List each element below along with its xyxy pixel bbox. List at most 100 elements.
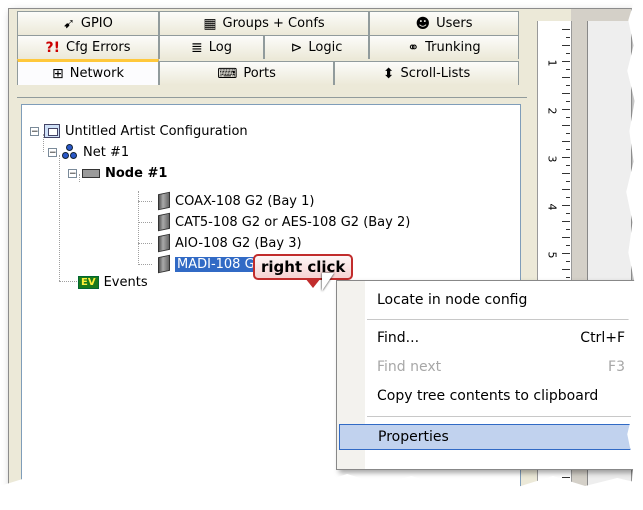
- menu-item-label: Find...: [377, 330, 420, 346]
- ruler-number: 4: [545, 203, 559, 211]
- tree-node-events[interactable]: EV Events: [78, 272, 148, 292]
- menu-item-label: Locate in node config: [377, 292, 528, 308]
- trunking-icon: ⚭: [407, 39, 420, 56]
- ruler-tick: [562, 189, 570, 190]
- tree-node-root[interactable]: − Untitled Artist Configuration: [30, 121, 248, 141]
- tree-line: [59, 281, 77, 282]
- ruler-tick: [562, 109, 570, 110]
- ruler-tick: [566, 133, 570, 134]
- tab-groups-confs[interactable]: ▦ Groups + Confs: [159, 11, 369, 35]
- tree-card-label: CAT5-108 G2 or AES-108 G2 (Bay 2): [175, 214, 411, 230]
- ruler-tick: [566, 197, 570, 198]
- cfg-errors-icon: ?!: [45, 39, 60, 56]
- ruler-tick: [566, 101, 570, 102]
- scroll-lists-icon: ⬍: [382, 65, 395, 82]
- ruler-tick: [562, 77, 570, 78]
- tree-node-net[interactable]: − Net #1: [48, 142, 129, 162]
- menu-item-properties[interactable]: Properties: [339, 424, 631, 450]
- tree-card[interactable]: AIO-108 G2 (Bay 3): [158, 233, 302, 253]
- tab-logic-label: Logic: [308, 40, 343, 55]
- ruler-tick: [562, 477, 570, 478]
- ruler-tick: [566, 165, 570, 166]
- tab-scroll-lists-label: Scroll-Lists: [400, 66, 471, 81]
- card-icon: [158, 212, 170, 232]
- callout-tail: [305, 278, 321, 288]
- ruler-tick: [566, 117, 570, 118]
- menu-item-label: Find next: [377, 359, 442, 375]
- events-icon: EV: [78, 275, 99, 289]
- tree-root-label: Untitled Artist Configuration: [65, 123, 248, 139]
- tree-card-label: AIO-108 G2 (Bay 3): [175, 235, 302, 251]
- ruler-tick: [562, 221, 570, 222]
- menu-item-locate-in-node-config[interactable]: Locate in node config: [367, 287, 631, 313]
- tab-log[interactable]: ≣ Log: [159, 35, 264, 59]
- menu-item-find[interactable]: Find... Ctrl+F: [367, 325, 631, 351]
- tab-users-label: Users: [436, 16, 473, 31]
- tree-line: [138, 264, 152, 265]
- ruler-number: 5: [545, 251, 559, 259]
- ruler-tick: [566, 149, 570, 150]
- menu-item-shortcut: F3: [608, 359, 625, 375]
- right-click-callout: right click: [253, 254, 354, 280]
- menu-separator: [367, 319, 631, 320]
- tree-line: [138, 191, 139, 265]
- ruler-number: 1: [545, 59, 559, 67]
- tab-gpio-label: GPIO: [80, 16, 113, 31]
- ruler-tick: [562, 141, 570, 142]
- ruler-tick: [562, 253, 570, 254]
- ruler-tick: [566, 229, 570, 230]
- ruler-tick: [566, 277, 570, 278]
- collapse-icon[interactable]: −: [30, 126, 39, 136]
- tab-network-label: Network: [69, 66, 124, 81]
- node-chassis-icon: [82, 168, 100, 178]
- menu-item-label: Copy tree contents to clipboard: [377, 388, 599, 404]
- card-icon: [158, 254, 170, 274]
- tab-ports[interactable]: ⌨ Ports: [159, 61, 334, 85]
- tree-events-label: Events: [103, 274, 148, 290]
- tree-node-node[interactable]: − Node #1: [68, 163, 167, 183]
- tree-card-label: COAX-108 G2 (Bay 1): [175, 193, 315, 209]
- tree-node-label: Node #1: [105, 165, 168, 181]
- tab-gpio[interactable]: ➹ GPIO: [17, 11, 159, 35]
- menu-item-label: Properties: [378, 429, 449, 445]
- ruler-number: 3: [545, 155, 559, 163]
- ruler-tick: [566, 53, 570, 54]
- tab-scroll-lists[interactable]: ⬍ Scroll-Lists: [334, 61, 519, 85]
- tree-line: [59, 155, 60, 281]
- ruler-tick: [562, 29, 570, 30]
- ruler-tick: [566, 213, 570, 214]
- tree-card[interactable]: CAT5-108 G2 or AES-108 G2 (Bay 2): [158, 212, 410, 232]
- ruler-tick: [566, 37, 570, 38]
- menu-item-copy-tree-contents[interactable]: Copy tree contents to clipboard: [367, 383, 631, 409]
- logic-icon: ⊳: [290, 39, 303, 56]
- tree-line: [138, 201, 152, 202]
- tab-trunking-label: Trunking: [425, 40, 481, 55]
- menu-item-find-next[interactable]: Find next F3: [367, 354, 631, 380]
- tab-network[interactable]: ⊞ Network: [17, 59, 159, 85]
- groups-icon: ▦: [203, 15, 217, 32]
- tab-logic[interactable]: ⊳ Logic: [264, 35, 369, 59]
- collapse-icon[interactable]: −: [48, 147, 57, 157]
- tree-net-label: Net #1: [83, 144, 130, 160]
- log-icon: ≣: [191, 39, 203, 56]
- tab-cfg-errors[interactable]: ?! Cfg Errors: [17, 35, 159, 59]
- gpio-icon: ➹: [63, 15, 75, 32]
- collapse-icon[interactable]: −: [68, 168, 77, 178]
- tab-log-label: Log: [208, 40, 232, 55]
- tree-card[interactable]: COAX-108 G2 (Bay 1): [158, 191, 314, 211]
- ruler-tick: [562, 157, 570, 158]
- tab-users[interactable]: ☻ Users: [369, 11, 519, 35]
- menu-item-shortcut: Ctrl+F: [580, 330, 625, 346]
- tree-line: [138, 243, 152, 244]
- ruler-tick: [562, 61, 570, 62]
- mouse-cursor-icon: [322, 273, 334, 291]
- configuration-icon: [44, 124, 60, 138]
- card-icon: [158, 233, 170, 253]
- ruler-tick: [566, 181, 570, 182]
- context-menu[interactable]: Locate in node config Find... Ctrl+F Fin…: [336, 280, 636, 470]
- tab-trunking[interactable]: ⚭ Trunking: [369, 35, 519, 59]
- ruler-tick: [562, 173, 570, 174]
- ruler-tick: [562, 237, 570, 238]
- tree-line: [138, 222, 152, 223]
- ruler-tick: [562, 45, 570, 46]
